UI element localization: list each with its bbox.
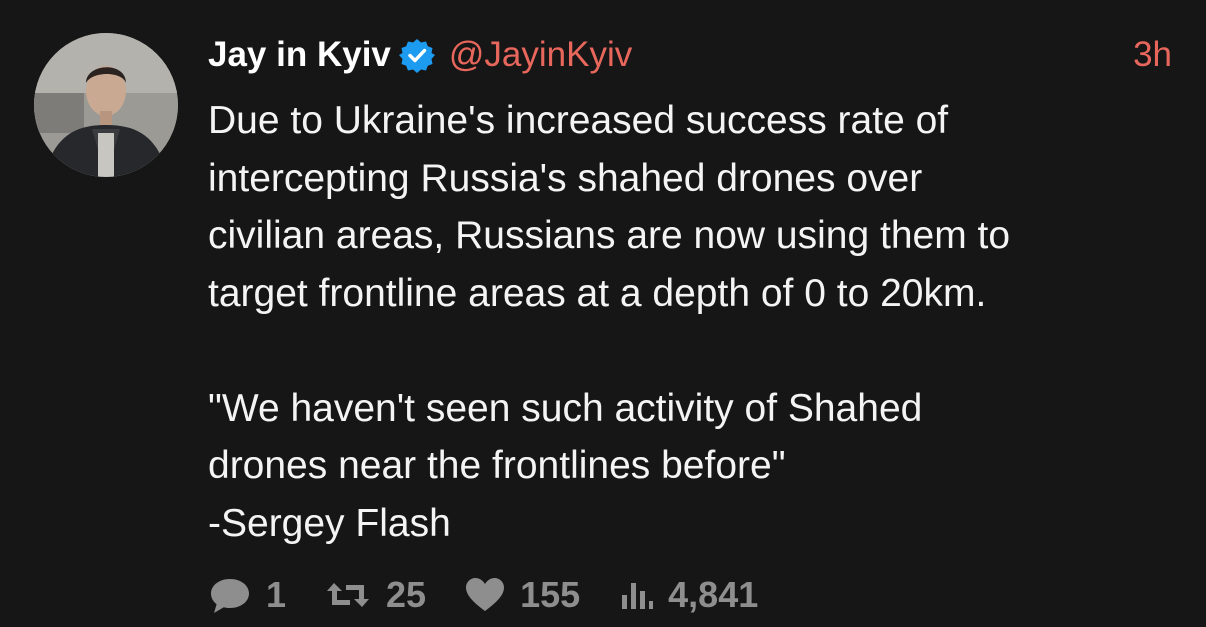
paragraph-spacer	[208, 322, 1188, 380]
view-count: 4,841	[668, 574, 759, 615]
tweet-actions: 1 25 155 4,841	[208, 572, 796, 618]
views-button[interactable]: 4,841	[618, 574, 758, 616]
author-handle[interactable]: @JayinKyiv	[449, 35, 632, 75]
tweet-header: Jay in Kyiv @JayinKyiv	[208, 30, 632, 80]
tweet-card[interactable]: Jay in Kyiv @JayinKyiv 3h Due to Ukraine…	[0, 0, 1206, 627]
heart-icon	[466, 578, 505, 611]
tweet-paragraph: Due to Ukraine's increased success rate …	[208, 99, 1011, 315]
avatar[interactable]	[34, 33, 178, 177]
speech-bubble-icon	[211, 579, 249, 613]
like-button[interactable]: 155	[464, 574, 580, 616]
timestamp[interactable]: 3h	[1133, 30, 1172, 80]
display-name[interactable]: Jay in Kyiv	[208, 35, 391, 75]
reply-count: 1	[266, 574, 287, 615]
tweet-paragraph: "We haven't seen such activity of Shahed…	[208, 386, 923, 545]
bar-chart-icon	[622, 583, 654, 609]
reply-button[interactable]: 1	[208, 574, 286, 616]
avatar-photo	[34, 33, 178, 177]
like-count: 155	[520, 574, 581, 615]
retweet-icon	[327, 583, 370, 607]
retweet-button[interactable]: 25	[324, 574, 426, 616]
retweet-count: 25	[386, 574, 427, 615]
tweet-text: Due to Ukraine's increased success rate …	[208, 92, 1188, 552]
verified-badge-icon	[398, 37, 435, 73]
